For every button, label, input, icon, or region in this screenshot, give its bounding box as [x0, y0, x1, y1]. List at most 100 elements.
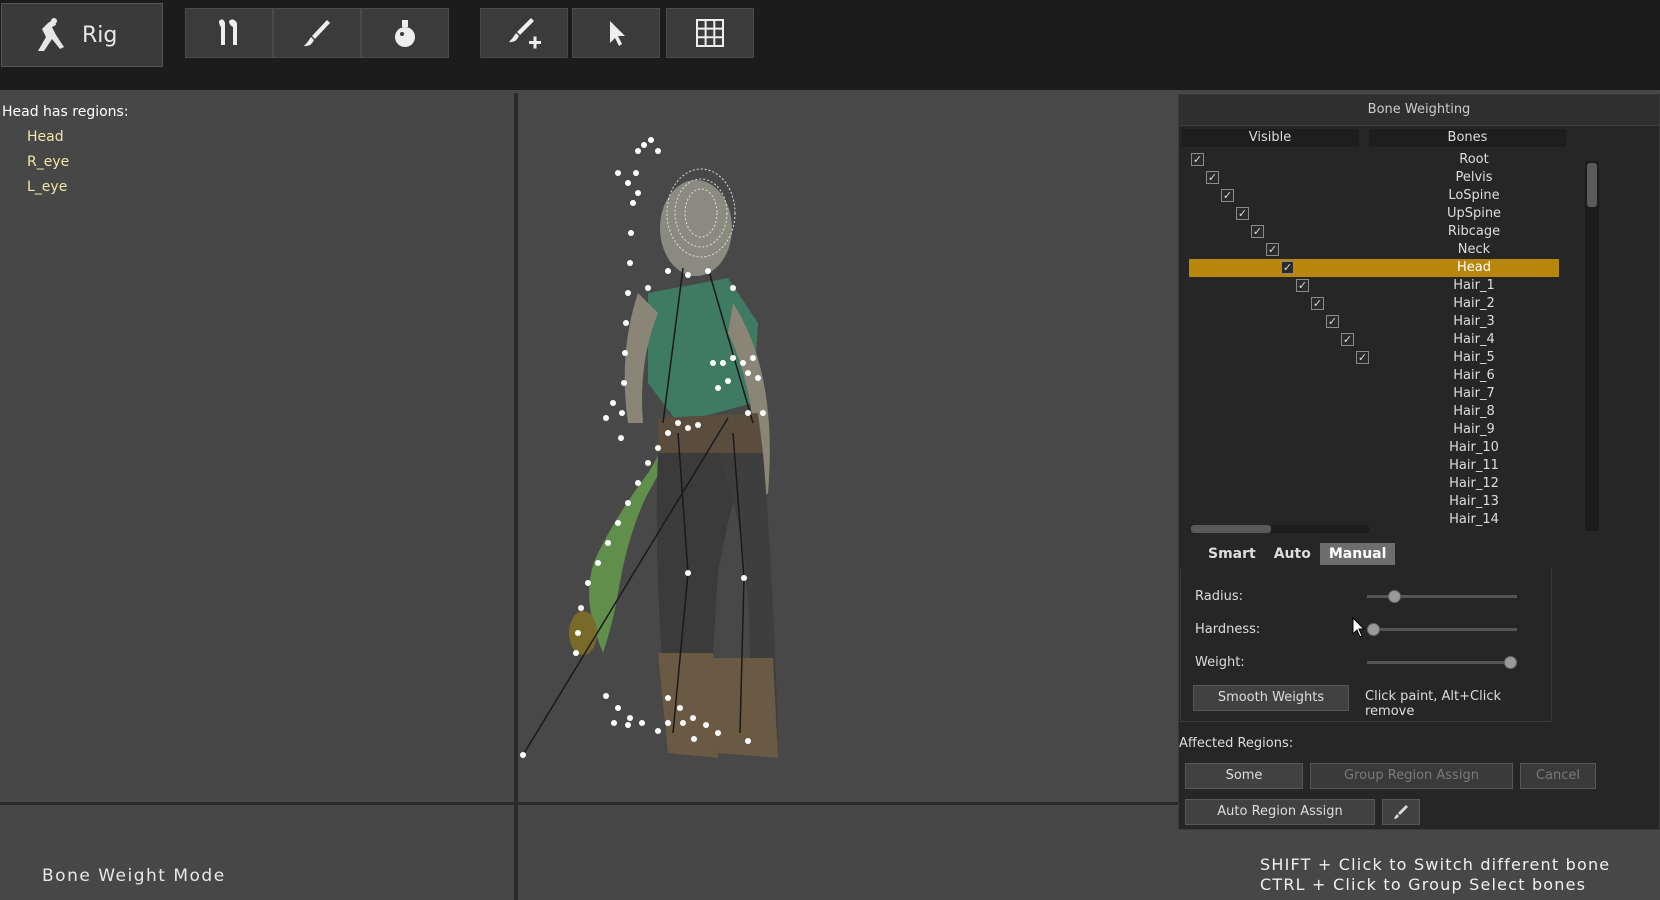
visible-checkbox[interactable]: ✓: [1251, 225, 1264, 238]
bone-row[interactable]: ✓ Head: [1189, 259, 1559, 277]
bone-row[interactable]: ✓ UpSpine: [1189, 205, 1559, 223]
bone-row[interactable]: ✓ LoSpine: [1189, 187, 1559, 205]
radius-slider-knob[interactable]: [1387, 590, 1401, 603]
viewport-divider-vertical[interactable]: [514, 93, 518, 900]
radius-slider[interactable]: [1367, 590, 1517, 603]
shift-click-hint: SHIFT + Click to Switch different bone: [1260, 855, 1611, 874]
character-rig-figure: [520, 137, 778, 816]
visible-checkbox[interactable]: ✓: [1206, 171, 1219, 184]
bone-weighting-panel: Bone Weighting Visible Bones ✓ Root ✓ Pelvi…: [1178, 94, 1660, 830]
bone-row[interactable]: Hair_9: [1189, 421, 1559, 439]
bone-row[interactable]: ✓ Hair_4: [1189, 331, 1559, 349]
group-region-assign-button[interactable]: Group Region Assign: [1310, 763, 1513, 789]
visible-checkbox[interactable]: ✓: [1281, 261, 1294, 274]
paint-hint-text: Click paint, Alt+Click remove: [1365, 689, 1502, 719]
mode-status-text: Bone Weight Mode: [42, 866, 226, 886]
bone-row[interactable]: ✓ Ribcage: [1189, 223, 1559, 241]
add-brush-button[interactable]: [480, 8, 568, 58]
cancel-button[interactable]: Cancel: [1520, 763, 1596, 789]
bone-row[interactable]: Hair_10: [1189, 439, 1559, 457]
tab-smart[interactable]: Smart: [1199, 543, 1265, 565]
visible-checkbox[interactable]: ✓: [1191, 153, 1204, 166]
bone-name: Hair_4: [1453, 332, 1495, 347]
smooth-weights-button[interactable]: Smooth Weights: [1193, 685, 1349, 711]
visible-column-header[interactable]: Visible: [1181, 129, 1359, 147]
panel-title: Bone Weighting: [1179, 95, 1659, 126]
bone-list-hscrollbar[interactable]: [1191, 525, 1369, 533]
3d-viewport[interactable]: [518, 93, 1178, 816]
manual-settings: Radius: Hardness: Weight: Smooth Weights…: [1180, 569, 1552, 722]
bone-name: Hair_10: [1449, 440, 1499, 455]
bone-name: UpSpine: [1446, 206, 1502, 221]
brush-icon: [304, 20, 330, 47]
paint-brush-button[interactable]: [273, 8, 361, 58]
bone-row[interactable]: Hair_13: [1189, 493, 1559, 511]
hardness-label: Hardness:: [1195, 622, 1261, 637]
viewport-divider-horizontal[interactable]: [0, 802, 1178, 805]
mouse-cursor-icon: [1352, 617, 1366, 638]
flask-icon: [395, 20, 415, 47]
scroll-thumb[interactable]: [1587, 163, 1597, 207]
visible-checkbox[interactable]: ✓: [1326, 315, 1339, 328]
bone-row[interactable]: ✓ Hair_2: [1189, 295, 1559, 313]
bone-name: Hair_5: [1453, 350, 1495, 365]
visible-checkbox[interactable]: ✓: [1296, 279, 1309, 292]
ctrl-click-hint: CTRL + Click to Group Select bones: [1260, 875, 1587, 894]
hardness-slider-knob[interactable]: [1367, 623, 1380, 636]
bone-row[interactable]: ✓ Root: [1189, 151, 1559, 169]
region-item[interactable]: L_eye: [27, 179, 67, 195]
radius-label: Radius:: [1195, 589, 1243, 604]
visible-checkbox[interactable]: ✓: [1311, 297, 1324, 310]
bone-list-scrollbar[interactable]: [1585, 161, 1599, 531]
bone-name: Hair_8: [1453, 404, 1495, 419]
bone-row[interactable]: ✓ Hair_1: [1189, 277, 1559, 295]
select-pointer-button[interactable]: [572, 8, 660, 58]
bone-row[interactable]: ✓ Hair_5: [1189, 349, 1559, 367]
bone-name: Hair_2: [1453, 296, 1495, 311]
auto-region-assign-button[interactable]: Auto Region Assign: [1185, 799, 1375, 825]
bone-name: Hair_3: [1453, 314, 1495, 329]
bone-name: Hair_9: [1453, 422, 1495, 437]
weight-label: Weight:: [1195, 655, 1245, 670]
hardness-slider[interactable]: [1367, 623, 1517, 636]
visible-checkbox[interactable]: ✓: [1236, 207, 1249, 220]
bone-name: Ribcage: [1447, 224, 1501, 239]
bone-name: Root: [1459, 152, 1489, 167]
visible-checkbox[interactable]: ✓: [1221, 189, 1234, 202]
weight-mode-tabs: Smart Auto Manual: [1199, 543, 1396, 565]
grid-tool-button[interactable]: [666, 8, 754, 58]
bones-column-header[interactable]: Bones: [1369, 129, 1566, 147]
bone-row[interactable]: Hair_7: [1189, 385, 1559, 403]
bone-row[interactable]: Hair_12: [1189, 475, 1559, 493]
region-item[interactable]: R_eye: [27, 154, 69, 170]
rig-mode-label: Rig: [82, 22, 118, 48]
region-info-panel: [0, 93, 514, 803]
bone-name: LoSpine: [1448, 188, 1500, 203]
bone-row[interactable]: ✓ Hair_3: [1189, 313, 1559, 331]
pointer-icon: [610, 21, 625, 46]
some-regions-button[interactable]: Some: [1185, 763, 1303, 789]
bone-row[interactable]: ✓ Pelvis: [1189, 169, 1559, 187]
flask-tool-button[interactable]: [361, 8, 449, 58]
bone-row[interactable]: ✓ Neck: [1189, 241, 1559, 259]
bones-tool-button[interactable]: [185, 8, 273, 58]
bone-name: Hair_11: [1449, 458, 1499, 473]
tab-manual[interactable]: Manual: [1319, 543, 1396, 565]
weight-slider[interactable]: [1367, 656, 1517, 669]
bone-name: Neck: [1457, 242, 1491, 257]
region-brush-button[interactable]: [1382, 799, 1420, 825]
rig-mode-button[interactable]: Rig: [1, 3, 163, 67]
visible-checkbox[interactable]: ✓: [1266, 243, 1279, 256]
rig-figure-icon: [38, 18, 64, 51]
bone-row[interactable]: Hair_11: [1189, 457, 1559, 475]
weight-slider-knob[interactable]: [1504, 656, 1517, 669]
tab-auto[interactable]: Auto: [1265, 543, 1320, 565]
region-item[interactable]: Head: [27, 129, 64, 145]
visible-checkbox[interactable]: ✓: [1341, 333, 1354, 346]
bone-row[interactable]: Hair_6: [1189, 367, 1559, 385]
visible-checkbox[interactable]: ✓: [1356, 351, 1369, 364]
bones-icon: [219, 19, 237, 45]
bone-name: Head: [1457, 260, 1491, 275]
bone-row[interactable]: Hair_8: [1189, 403, 1559, 421]
hscroll-thumb[interactable]: [1191, 525, 1271, 533]
